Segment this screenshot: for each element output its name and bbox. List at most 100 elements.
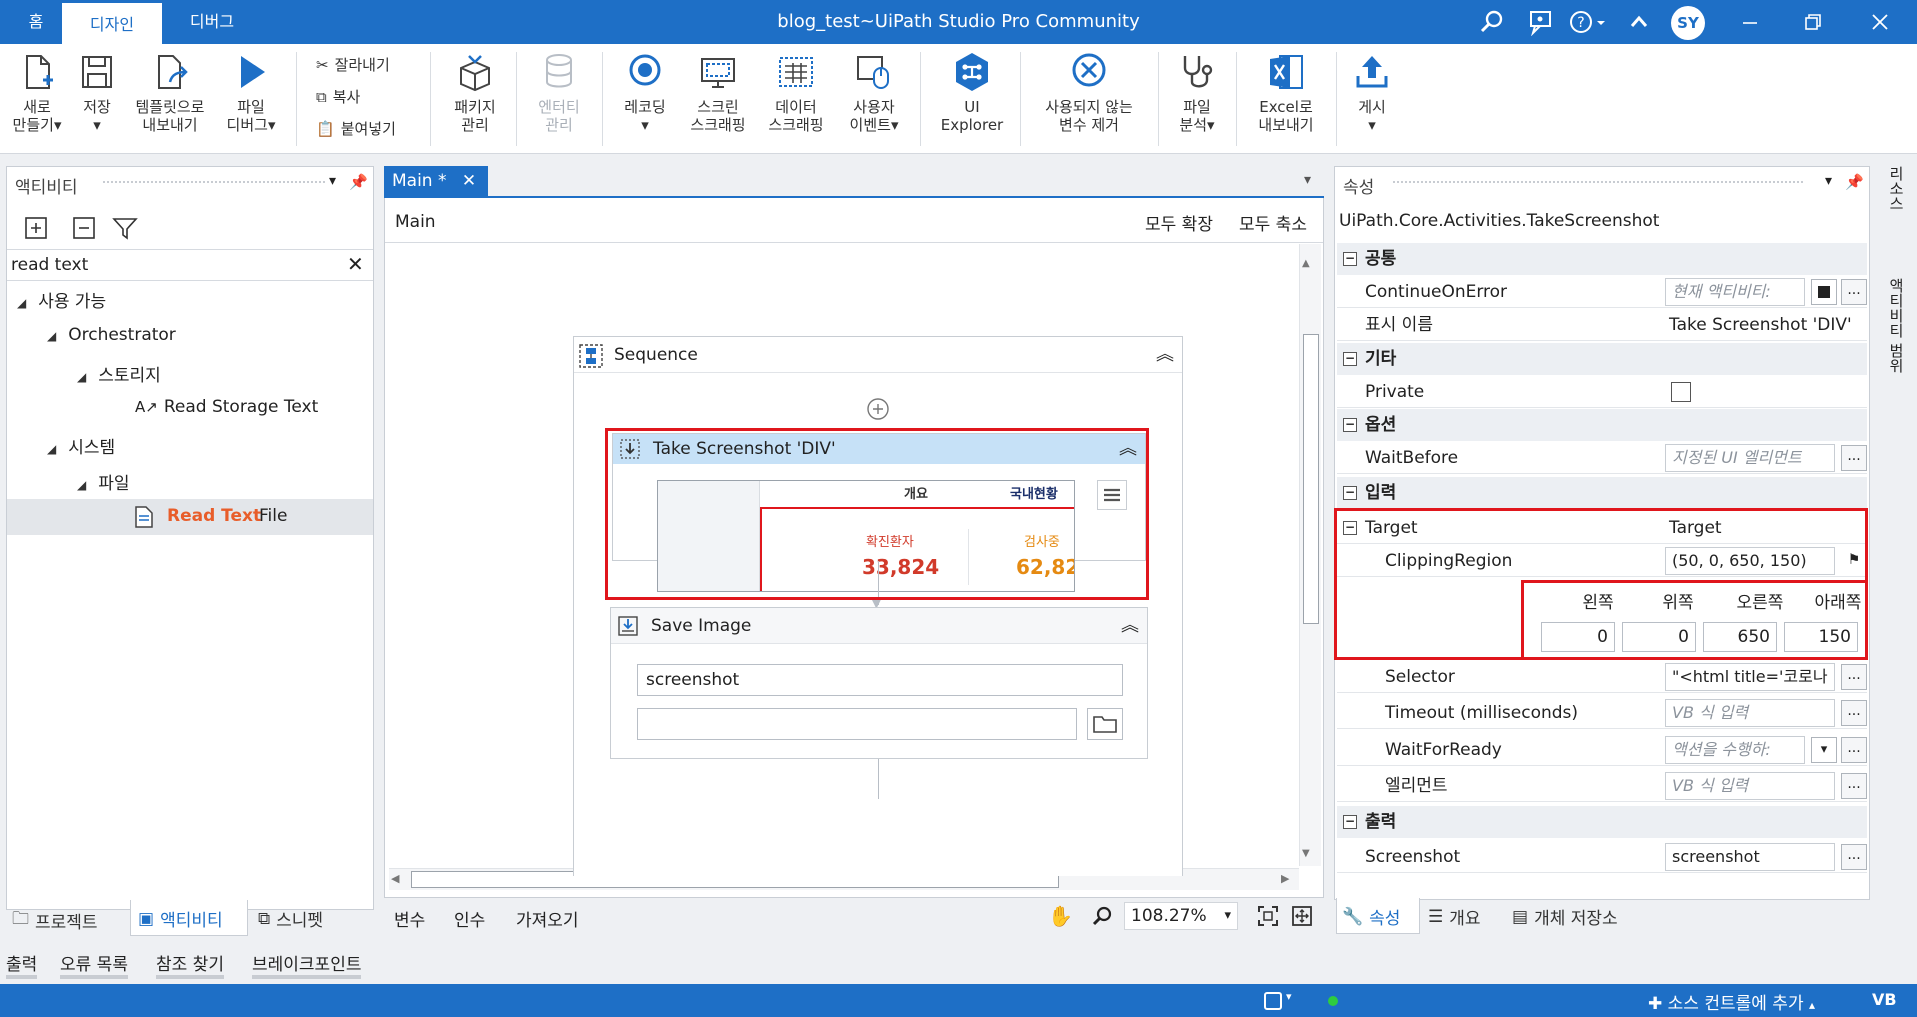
save-image-activity[interactable]: Save Image ︽ screenshot [610,607,1148,759]
tree-node-system[interactable]: ◢ 시스템 [47,433,115,458]
activity-search-input[interactable]: read text [11,255,88,275]
browse-folder-button[interactable] [1087,708,1123,740]
tree-node-storage[interactable]: ◢ 스토리지 [77,361,161,386]
tree-item-read-storage-text[interactable]: A↗ Read Storage Text [135,397,318,417]
close-tab-icon[interactable]: ✕ [462,171,476,191]
recording-button[interactable]: 레코딩 ▾ [612,50,678,134]
collapse-all-icon[interactable] [71,215,97,241]
scroll-right-icon[interactable]: ▶ [1281,872,1289,885]
tab-list-icon[interactable]: ▾ [1304,172,1311,188]
selector-input[interactable]: "<html title='코로나 [1665,663,1835,691]
add-activity-icon[interactable] [866,397,890,421]
ellipsis-button[interactable]: ... [1841,844,1867,870]
tab-project[interactable]: 🗀 프로젝트 [12,906,98,935]
tab-debug[interactable]: 디버그 [172,0,252,44]
ellipsis-button[interactable]: ... [1841,664,1867,690]
category-input[interactable]: − 입력 [1337,477,1867,509]
tab-snippets[interactable]: ⧉ 스니펫 [258,906,323,932]
overview-icon[interactable] [1290,904,1314,928]
activity-scope-tab[interactable]: 액티비티 범위 [1880,278,1905,373]
tab-find-references[interactable]: 참조 찾기 [156,950,224,979]
tree-node-available[interactable]: ◢ 사용 가능 [17,287,106,312]
add-to-source-control-button[interactable]: ✚ 소스 컨트롤에 추가 ▴ [1648,989,1815,1014]
category-misc[interactable]: − 기타 [1337,343,1867,375]
tree-node-file[interactable]: ◢ 파일 [77,469,130,494]
scroll-left-icon[interactable]: ◀ [391,872,399,885]
remove-unused-variables-button[interactable]: 사용되지 않는 변수 제거 [1030,50,1148,134]
display-name-input[interactable]: Take Screenshot 'DIV' [1669,309,1852,341]
chevron-down-icon[interactable]: ▾ [1286,990,1292,1003]
take-screenshot-header[interactable]: Take Screenshot 'DIV' ︽ [613,434,1145,464]
region-right-input[interactable]: 650 [1703,622,1777,652]
region-top-input[interactable]: 0 [1622,622,1696,652]
category-output[interactable]: − 출력 [1337,806,1867,838]
element-input[interactable]: VB 식 입력 [1665,772,1835,800]
tree-node-orchestrator[interactable]: ◢ Orchestrator [47,325,176,345]
pin-icon[interactable]: 📌 [1845,173,1864,191]
collapse-icon[interactable]: ︽ [1156,337,1174,373]
resources-tab[interactable]: 리소스 [1880,166,1905,211]
file-path-field[interactable] [637,708,1077,740]
restore-icon[interactable] [1799,8,1827,36]
fit-screen-icon[interactable] [1256,904,1280,928]
clear-search-icon[interactable]: ✕ [347,252,364,276]
screenshot-output-input[interactable]: screenshot [1665,843,1835,871]
zoom-select[interactable]: 108.27% ▾ [1124,902,1238,930]
scroll-thumb[interactable] [1303,334,1319,624]
region-picker-icon[interactable]: ⚑ [1841,548,1867,574]
pin-icon[interactable]: 📌 [349,173,368,191]
new-button[interactable]: 새로 만들기▾ [6,50,68,134]
wait-for-ready-input[interactable]: 액션을 수행하: [1665,736,1805,764]
activity-search-box[interactable]: read text ✕ [7,249,373,281]
image-input-field[interactable]: screenshot [637,664,1123,696]
ellipsis-button[interactable]: ... [1841,773,1867,799]
analyze-file-button[interactable]: 파일 분석▾ [1166,50,1228,134]
tab-outline[interactable]: ☰ 개요 [1428,904,1481,930]
continue-on-error-input[interactable]: 현재 액티비티: [1665,278,1805,306]
timeout-input[interactable]: VB 식 입력 [1665,699,1835,727]
ellipsis-button[interactable]: ... [1841,700,1867,726]
tab-breakpoints[interactable]: 브레이크포인트 [252,950,362,979]
collapse-icon[interactable]: ︽ [1121,608,1139,644]
region-bottom-input[interactable]: 150 [1784,622,1858,652]
save-image-header[interactable]: Save Image ︽ [611,608,1147,644]
private-checkbox[interactable] [1671,382,1691,402]
scroll-up-icon[interactable]: ▲ [1302,258,1310,269]
take-screenshot-activity[interactable]: Take Screenshot 'DIV' ︽ 개요 국내현황 확진환자 33,… [612,433,1146,592]
ellipsis-button[interactable]: ... [1841,445,1867,471]
paste-button[interactable]: 📋 붙여넣기 [316,118,396,139]
filter-icon[interactable] [111,215,139,241]
close-icon[interactable] [1866,8,1894,36]
debug-file-button[interactable]: 파일 디버그▾ [218,50,284,134]
region-left-input[interactable]: 0 [1541,622,1615,652]
variables-tab[interactable]: 변수 [394,906,425,931]
expand-all-link[interactable]: 모두 확장 [1145,210,1213,235]
tab-output[interactable]: 출력 [6,950,38,979]
manage-entities-button[interactable]: 엔터티 관리 [526,50,592,134]
panel-menu-icon[interactable]: ▾ [1825,173,1832,189]
feedback-icon[interactable] [1526,8,1554,36]
arguments-tab[interactable]: 인수 [454,906,485,931]
collapse-all-link[interactable]: 모두 축소 [1239,210,1307,235]
ellipsis-button[interactable]: ... [1841,279,1867,305]
chevron-down-icon[interactable]: ▾ [1811,737,1837,763]
user-events-button[interactable]: 사용자 이벤트▾ [838,50,910,134]
tab-object-repository[interactable]: ▤ 개체 저장소 [1512,904,1618,930]
collapse-box-icon[interactable]: − [1343,521,1357,535]
vertical-scrollbar[interactable]: ▲ ▼ [1299,244,1321,866]
zoom-icon[interactable] [1090,904,1114,928]
search-icon[interactable] [1478,8,1506,36]
category-options[interactable]: − 옵션 [1337,409,1867,441]
expand-all-icon[interactable] [23,215,49,241]
tree-item-read-text-file[interactable]: Read Text File [7,499,373,535]
avatar[interactable]: SY [1671,6,1705,40]
continue-on-error-toggle[interactable] [1811,279,1837,305]
ellipsis-button[interactable]: ... [1841,737,1867,763]
manage-packages-button[interactable]: 패키지 관리 [442,50,508,134]
scroll-down-icon[interactable]: ▼ [1302,848,1310,859]
tab-error-list[interactable]: 오류 목록 [60,950,128,979]
tab-design[interactable]: 디자인 [62,0,162,44]
sequence-container[interactable]: Sequence ︽ Take Screenshot 'DIV' ︽ 개요 국내… [573,336,1183,876]
sequence-header[interactable]: Sequence ︽ [574,337,1182,373]
export-template-button[interactable]: 템플릿으로 내보내기 [128,50,212,134]
